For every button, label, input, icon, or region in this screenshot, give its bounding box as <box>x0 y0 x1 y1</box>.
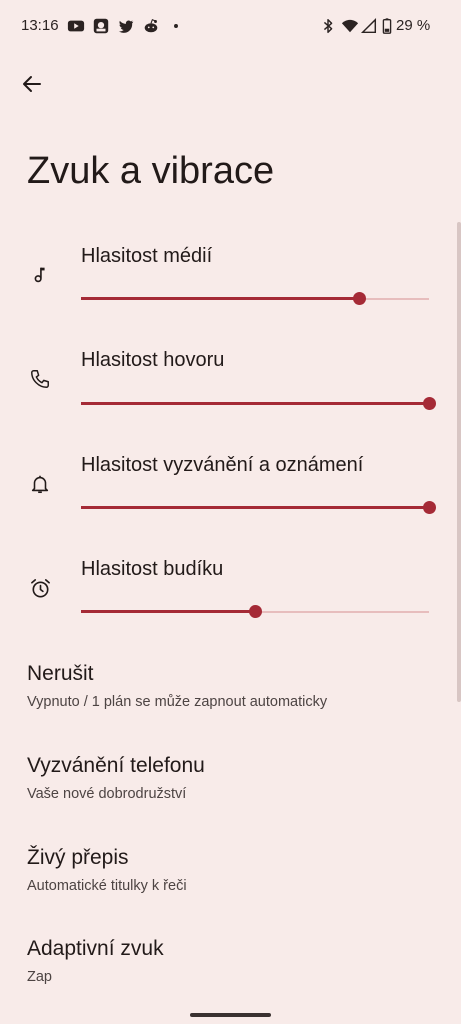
volume-label: Hlasitost médií <box>81 245 213 267</box>
battery-percentage: 29 % <box>396 17 431 34</box>
volume-alarm: Hlasitost budíku <box>0 558 461 658</box>
ring-volume-slider[interactable] <box>81 498 436 518</box>
volume-label: Hlasitost hovoru <box>81 349 225 371</box>
music-note-icon <box>26 261 54 289</box>
slider-fill <box>81 297 360 300</box>
setting-title: Nerušit <box>27 662 94 685</box>
slider-thumb[interactable] <box>353 292 367 305</box>
slider-fill <box>81 610 255 613</box>
status-time: 13:16 <box>21 17 59 34</box>
setting-ringtone[interactable]: Vyzvánění telefonu Vaše nové dobrodružst… <box>0 754 461 824</box>
gesture-navigation-bar[interactable] <box>190 1013 271 1017</box>
app-icon <box>91 16 111 36</box>
volume-label: Hlasitost vyzvánění a oznámení <box>81 454 364 476</box>
reddit-icon <box>141 16 161 36</box>
back-arrow-icon <box>23 76 41 92</box>
setting-subtitle: Zap <box>27 969 52 985</box>
call-volume-slider[interactable] <box>81 394 436 414</box>
phone-icon <box>26 365 54 393</box>
status-bar: 13:16 29 % <box>0 0 461 54</box>
setting-title: Adaptivní zvuk <box>27 937 164 960</box>
slider-fill <box>81 506 429 509</box>
setting-live-caption[interactable]: Živý přepis Automatické titulky k řeči <box>0 846 461 916</box>
setting-subtitle: Vaše nové dobrodružství <box>27 786 187 802</box>
slider-thumb[interactable] <box>423 397 436 410</box>
twitter-icon <box>116 16 136 36</box>
back-button[interactable] <box>16 68 48 100</box>
bluetooth-icon <box>318 16 338 36</box>
setting-subtitle: Automatické titulky k řeči <box>27 878 187 894</box>
signal-icon <box>359 16 379 36</box>
media-volume-slider[interactable] <box>81 289 429 309</box>
slider-thumb[interactable] <box>249 605 262 618</box>
volume-label: Hlasitost budíku <box>81 558 224 580</box>
alarm-volume-slider[interactable] <box>81 602 429 622</box>
wifi-icon <box>340 16 360 36</box>
volume-media: Hlasitost médií <box>0 245 461 345</box>
setting-subtitle: Vypnuto / 1 plán se může zapnout automat… <box>27 694 328 710</box>
battery-icon <box>377 16 397 36</box>
setting-title: Živý přepis <box>27 846 129 869</box>
youtube-icon <box>66 16 86 36</box>
slider-thumb[interactable] <box>423 501 436 514</box>
slider-fill <box>81 402 429 405</box>
page-title: Zvuk a vibrace <box>27 150 275 192</box>
setting-title: Vyzvánění telefonu <box>27 754 205 777</box>
setting-adaptive-sound[interactable]: Adaptivní zvuk Zap <box>0 937 461 1007</box>
volume-call: Hlasitost hovoru <box>0 349 461 449</box>
bell-icon <box>26 470 54 498</box>
volume-ring: Hlasitost vyzvánění a oznámení <box>0 454 461 554</box>
alarm-clock-icon <box>26 574 54 602</box>
notification-dot-icon <box>166 16 186 36</box>
setting-do-not-disturb[interactable]: Nerušit Vypnuto / 1 plán se může zapnout… <box>0 662 461 732</box>
